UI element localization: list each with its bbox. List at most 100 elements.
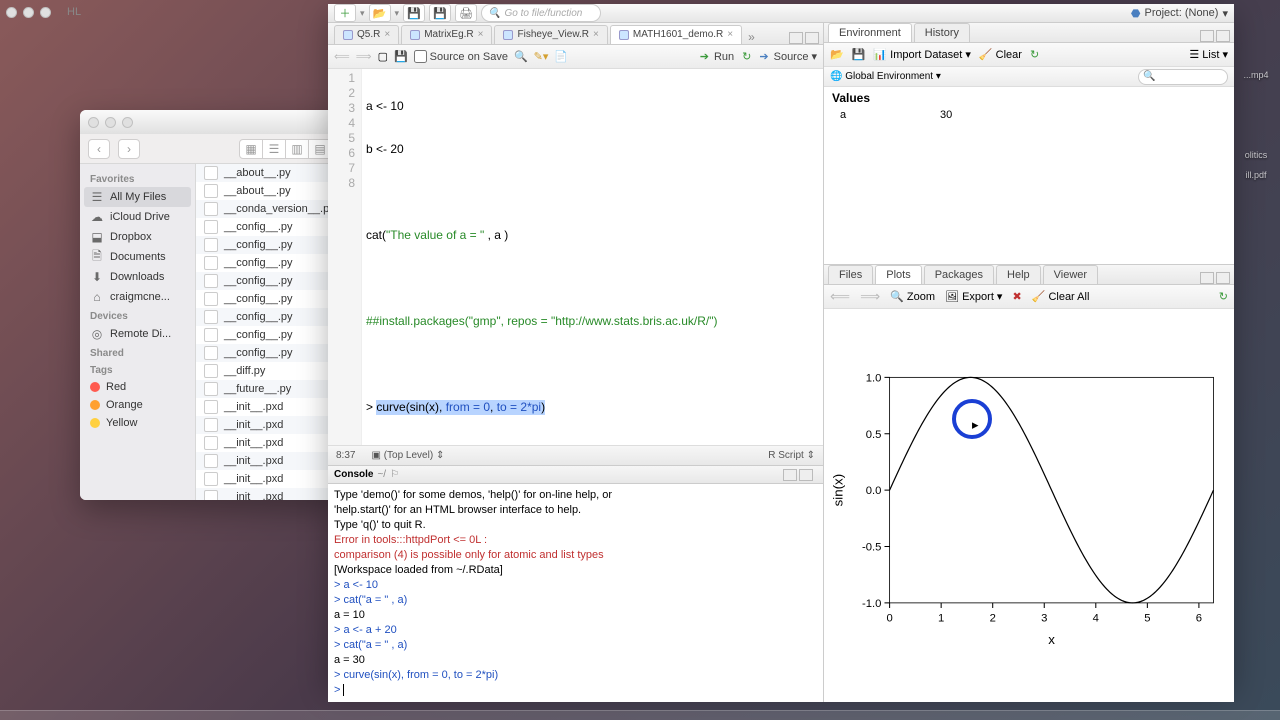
refresh-button[interactable]: ↻ bbox=[1030, 48, 1039, 61]
tab-viewer[interactable]: Viewer bbox=[1043, 265, 1098, 284]
view-column-button[interactable]: ▥ bbox=[285, 139, 309, 159]
find-button[interactable]: 🔍 bbox=[514, 50, 528, 63]
show-in-new-window-button[interactable]: ▢ bbox=[378, 50, 388, 63]
rstudio-window[interactable]: ＋ ▾ 📂 ▾ 💾 💾 🖨 🔍 Go to file/function ⬣ Pr… bbox=[328, 4, 1234, 684]
list-item[interactable]: __config__.py bbox=[196, 218, 340, 236]
sidebar-item-home[interactable]: ⌂craigmcne... bbox=[80, 287, 195, 307]
back-button[interactable]: ⟸ bbox=[334, 50, 350, 63]
view-icon-button[interactable]: ▦ bbox=[239, 139, 263, 159]
prev-plot-button[interactable]: ⟸ bbox=[830, 288, 850, 305]
minimize-icon[interactable] bbox=[105, 117, 116, 128]
scope-selector[interactable]: 🌐 Global Environment ▾ bbox=[830, 71, 941, 82]
sidebar-item-icloud[interactable]: ☁iCloud Drive bbox=[80, 207, 195, 227]
rerun-button[interactable]: ↻ bbox=[742, 50, 751, 63]
desktop-file[interactable]: olitics bbox=[1236, 150, 1276, 160]
minimize-pane-button[interactable] bbox=[783, 469, 797, 481]
remove-plot-button[interactable]: ✖ bbox=[1012, 290, 1021, 303]
project-menu[interactable]: ⬣ Project: (None) ▾ bbox=[1131, 7, 1228, 20]
wand-button[interactable]: ✎▾ bbox=[534, 50, 549, 63]
save-button[interactable]: 💾 bbox=[403, 4, 425, 22]
new-file-button[interactable]: ＋ bbox=[334, 4, 356, 22]
list-view-button[interactable]: ☰ List ▾ bbox=[1189, 48, 1228, 61]
finder-file-list[interactable]: __about__.py__about__.py__conda_version_… bbox=[196, 164, 340, 500]
view-list-button[interactable]: ☰ bbox=[262, 139, 286, 159]
sidebar-item-dropbox[interactable]: ⬓Dropbox bbox=[80, 227, 195, 247]
tab-plots[interactable]: Plots bbox=[875, 265, 921, 284]
list-item[interactable]: __config__.py bbox=[196, 254, 340, 272]
sidebar-item-allmyfiles[interactable]: ☰All My Files bbox=[84, 187, 191, 207]
load-button[interactable]: 📂 bbox=[830, 48, 844, 61]
desktop-file[interactable]: ill.pdf bbox=[1236, 170, 1276, 180]
sidebar-item-downloads[interactable]: ⬇Downloads bbox=[80, 267, 195, 287]
dock[interactable] bbox=[0, 710, 1280, 720]
close-icon[interactable]: × bbox=[593, 29, 599, 40]
list-item[interactable]: __config__.py bbox=[196, 308, 340, 326]
list-item[interactable]: __config__.py bbox=[196, 344, 340, 362]
list-item[interactable]: __about__.py bbox=[196, 182, 340, 200]
list-item[interactable]: __init__.pxd bbox=[196, 488, 340, 500]
list-item[interactable]: __future__.py bbox=[196, 380, 340, 398]
tab-files[interactable]: Files bbox=[828, 265, 873, 284]
sidebar-tag-red[interactable]: Red bbox=[80, 378, 195, 396]
env-search-input[interactable]: 🔍 bbox=[1138, 69, 1228, 85]
list-item[interactable]: __about__.py bbox=[196, 164, 340, 182]
source-button[interactable]: Source ▾ bbox=[759, 50, 817, 63]
forward-button[interactable]: › bbox=[118, 139, 140, 159]
forward-button[interactable]: ⟹ bbox=[356, 50, 372, 63]
maximize-pane-button[interactable] bbox=[1216, 30, 1230, 42]
tab-environment[interactable]: Environment bbox=[828, 23, 912, 42]
finder-window[interactable]: ‹ › ▦ ☰ ▥ ▤ Favorites ☰All My Files ☁iCl… bbox=[80, 110, 340, 500]
list-item[interactable]: __init__.pxd bbox=[196, 398, 340, 416]
list-item[interactable]: __init__.pxd bbox=[196, 452, 340, 470]
console-menu-button[interactable]: ⚐ bbox=[390, 469, 399, 480]
import-dataset-button[interactable]: 📊 Import Dataset ▾ bbox=[873, 48, 970, 61]
maximize-pane-button[interactable] bbox=[1216, 272, 1230, 284]
next-plot-button[interactable]: ⟹ bbox=[860, 288, 880, 305]
language-indicator[interactable]: R Script ⇕ bbox=[768, 450, 815, 461]
save-button[interactable]: 💾 bbox=[852, 48, 866, 61]
zoom-button[interactable]: 🔍 Zoom bbox=[890, 290, 935, 303]
sidebar-item-documents[interactable]: 🗎Documents bbox=[80, 247, 195, 267]
tab-history[interactable]: History bbox=[914, 23, 970, 42]
plot-canvas[interactable]: -1.0-0.50.00.51.00123456xsin(x) ▸ bbox=[824, 309, 1234, 702]
save-all-button[interactable]: 💾 bbox=[429, 4, 451, 22]
source-tab[interactable]: MatrixEg.R× bbox=[401, 25, 492, 44]
source-on-save-checkbox[interactable]: Source on Save bbox=[414, 50, 508, 63]
tab-help[interactable]: Help bbox=[996, 265, 1041, 284]
list-item[interactable]: __init__.pxd bbox=[196, 416, 340, 434]
export-button[interactable]: 🖼 Export ▾ bbox=[945, 290, 1002, 303]
goto-file-input[interactable]: 🔍 Go to file/function bbox=[481, 4, 601, 22]
run-button[interactable]: Run bbox=[700, 50, 734, 63]
sidebar-item-remote[interactable]: ◎Remote Di... bbox=[80, 324, 195, 344]
minimize-pane-button[interactable] bbox=[789, 32, 803, 44]
scope-indicator[interactable]: ▣ (Top Level) ⇕ bbox=[371, 450, 444, 461]
list-item[interactable]: __conda_version__.p bbox=[196, 200, 340, 218]
tab-packages[interactable]: Packages bbox=[924, 265, 994, 284]
open-file-button[interactable]: 📂 bbox=[369, 4, 391, 22]
more-tabs-button[interactable]: » bbox=[748, 30, 755, 44]
list-item[interactable]: __diff.py bbox=[196, 362, 340, 380]
clear-all-button[interactable]: 🧹 Clear All bbox=[1032, 290, 1090, 303]
source-tab-active[interactable]: MATH1601_demo.R× bbox=[610, 25, 742, 44]
compile-button[interactable]: 📄 bbox=[554, 50, 568, 63]
close-icon[interactable]: × bbox=[727, 29, 733, 40]
list-item[interactable]: __config__.py bbox=[196, 290, 340, 308]
refresh-button[interactable]: ↻ bbox=[1219, 290, 1228, 303]
desktop-file[interactable]: ...mp4 bbox=[1236, 70, 1276, 80]
back-button[interactable]: ‹ bbox=[88, 139, 110, 159]
print-button[interactable]: 🖨 bbox=[455, 4, 477, 22]
list-item[interactable]: __config__.py bbox=[196, 326, 340, 344]
finder-titlebar[interactable] bbox=[80, 110, 340, 134]
list-item[interactable]: __init__.pxd bbox=[196, 470, 340, 488]
sidebar-tag-orange[interactable]: Orange bbox=[80, 396, 195, 414]
code-editor[interactable]: 12345678 a <- 10 b <- 20 cat("The value … bbox=[328, 69, 823, 445]
save-button[interactable]: 💾 bbox=[394, 50, 408, 63]
maximize-pane-button[interactable] bbox=[799, 469, 813, 481]
list-item[interactable]: __init__.pxd bbox=[196, 434, 340, 452]
minimize-pane-button[interactable] bbox=[1200, 30, 1214, 42]
env-variable-row[interactable]: a 30 bbox=[832, 107, 1226, 123]
maximize-pane-button[interactable] bbox=[805, 32, 819, 44]
list-item[interactable]: __config__.py bbox=[196, 272, 340, 290]
close-icon[interactable]: × bbox=[384, 29, 390, 40]
close-icon[interactable]: × bbox=[478, 29, 484, 40]
